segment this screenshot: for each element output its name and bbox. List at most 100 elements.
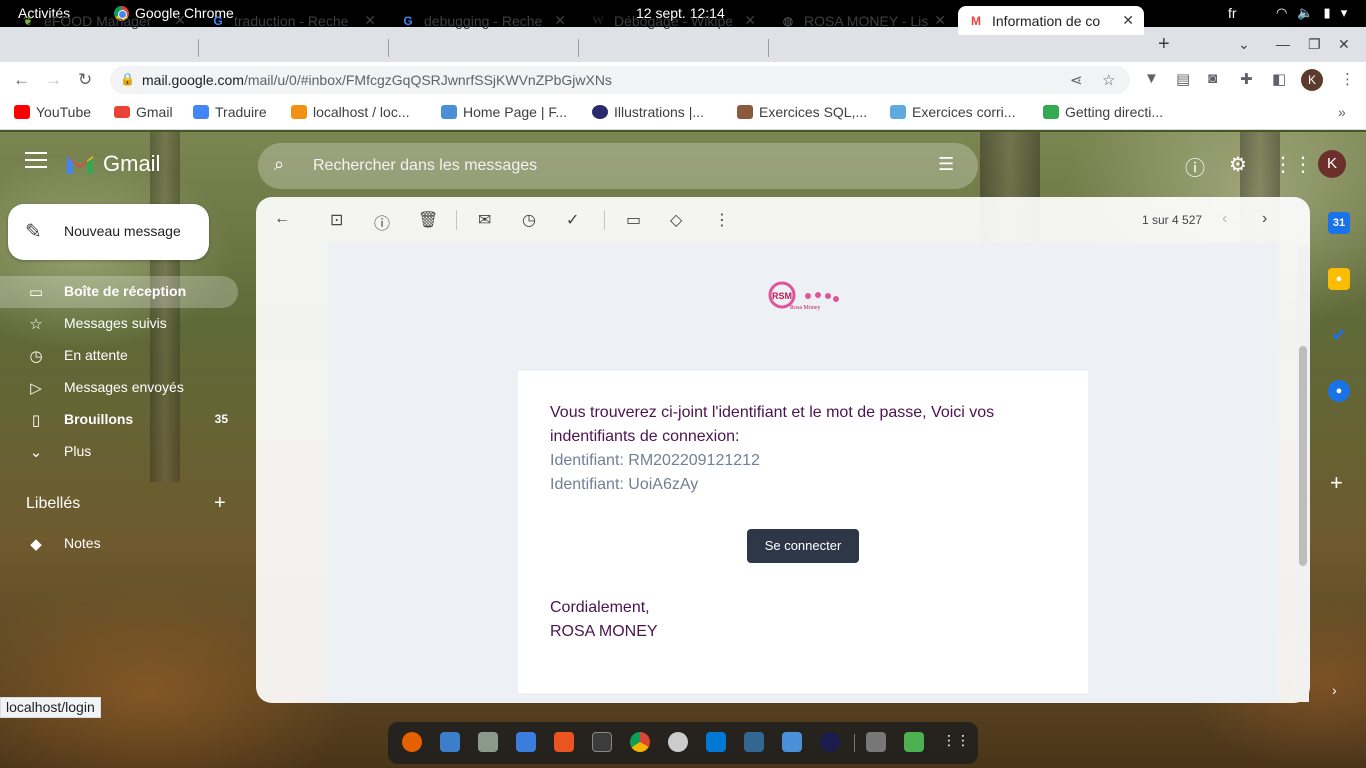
more-options-icon[interactable]: ⋮	[714, 210, 730, 230]
minimize-icon[interactable]: —	[1276, 36, 1290, 52]
older-icon[interactable]: ›	[1262, 210, 1267, 228]
files-icon[interactable]	[478, 732, 498, 752]
move-to-icon[interactable]: ▭	[626, 210, 641, 230]
account-avatar[interactable]: K	[1318, 150, 1346, 178]
close-icon[interactable]: ✕	[554, 12, 566, 29]
side-panel-icon[interactable]: ◧	[1272, 70, 1286, 88]
chrome-menu-icon[interactable]: ⋮	[1340, 70, 1355, 88]
bookmark-exercices-sql[interactable]: Exercices SQL,...	[737, 104, 867, 120]
keyboard-layout[interactable]: fr	[1228, 5, 1237, 21]
forward-icon[interactable]: →	[45, 70, 62, 90]
close-icon[interactable]: ✕	[364, 12, 376, 29]
back-icon[interactable]: ←	[13, 70, 30, 90]
address-bar[interactable]: 🔒 mail.google.com/mail/u/0/#inbox/FMfcgz…	[110, 66, 1130, 94]
hide-side-panel-icon[interactable]: ›	[1332, 682, 1337, 698]
lock-icon[interactable]: 🔒	[120, 72, 135, 86]
nav-more[interactable]: ⌄ Plus	[0, 436, 238, 468]
help-icon[interactable]: ⓘ	[1185, 152, 1205, 181]
extension-robot-icon[interactable]: ◙	[1208, 70, 1217, 87]
drive-icon[interactable]	[866, 732, 886, 752]
eclipse-icon[interactable]	[820, 732, 840, 752]
postgres-icon[interactable]	[744, 732, 764, 752]
get-addons-icon[interactable]: +	[1330, 470, 1343, 496]
system-status-area[interactable]: ◠ 🔈 ▮ ▾	[1276, 5, 1347, 21]
se-connecter-button[interactable]: Se connecter	[747, 529, 859, 563]
add-task-icon[interactable]: ✓	[566, 210, 579, 230]
snooze-icon[interactable]: ◷	[522, 210, 536, 230]
reload-icon[interactable]: ↻	[78, 70, 92, 90]
label-notes[interactable]: ◆ Notes	[0, 528, 238, 560]
bookmark-home-page[interactable]: Home Page | F...	[441, 104, 567, 120]
search-input[interactable]	[313, 153, 913, 179]
bookmark-localhost[interactable]: localhost / loc...	[291, 104, 410, 120]
archive-icon[interactable]: ⊡	[330, 210, 343, 230]
new-tab-button[interactable]: +	[1158, 33, 1170, 56]
extensions-puzzle-icon[interactable]: ✚	[1240, 70, 1253, 88]
thunderbird-icon[interactable]	[440, 732, 460, 752]
extension-v-icon[interactable]: ▼	[1144, 70, 1159, 87]
search-icon[interactable]: ⌕	[274, 154, 284, 175]
text-editor-icon[interactable]	[516, 732, 536, 752]
add-label-icon[interactable]: +	[214, 492, 226, 515]
chrome-dock-icon[interactable]	[630, 732, 650, 752]
labels-icon[interactable]: ◇	[670, 210, 682, 230]
keep-icon[interactable]: ●	[1328, 268, 1350, 290]
bookmark-illustrations[interactable]: Illustrations |...	[592, 104, 704, 120]
terminal-icon[interactable]	[592, 732, 612, 752]
bookmark-traduire[interactable]: Traduire	[193, 104, 267, 120]
calendar-icon[interactable]: 31	[1328, 212, 1350, 234]
delete-icon[interactable]: 🗑	[418, 210, 438, 230]
share-icon[interactable]: ⋖	[1070, 71, 1083, 89]
tasks-icon[interactable]: ✔	[1328, 324, 1350, 346]
nav-sent[interactable]: ▷ Messages envoyés	[0, 372, 238, 404]
message-toolbar: ← ⊡ ⓘ 🗑 ✉ ◷ ✓ ▭ ◇ ⋮ 1 sur 4 527 ‹ ›	[256, 197, 1310, 243]
close-icon[interactable]: ✕	[174, 12, 186, 29]
close-icon[interactable]: ✕	[1122, 12, 1134, 29]
contacts-icon[interactable]: ●	[1328, 380, 1350, 402]
nav-starred[interactable]: ☆ Messages suivis	[0, 308, 238, 340]
trash-icon[interactable]	[904, 732, 924, 752]
mark-unread-icon[interactable]: ✉	[478, 210, 491, 230]
show-apps-icon[interactable]: ⋮⋮	[942, 732, 970, 752]
bookmark-star-icon[interactable]: ☆	[1102, 71, 1115, 89]
nav-inbox[interactable]: ▭ Boîte de réception	[0, 276, 238, 308]
tab-efood[interactable]: ❦ eFOOD Manager ✕	[10, 6, 196, 35]
newer-icon[interactable]: ‹	[1222, 210, 1227, 228]
bookmark-getting-directions[interactable]: Getting directi...	[1043, 104, 1163, 120]
bookmarks-overflow-icon[interactable]: »	[1338, 104, 1346, 120]
maximize-icon[interactable]: ❐	[1308, 36, 1321, 53]
search-options-icon[interactable]: ☰	[938, 154, 954, 175]
nav-drafts[interactable]: ▯ Brouillons 35	[0, 404, 238, 436]
tab-traduction[interactable]: G traduction - Reche ✕	[200, 6, 386, 35]
apps-grid-icon[interactable]: ⋮⋮	[1273, 152, 1313, 177]
tab-rosa-money[interactable]: ◍ ROSA MONEY - Lis ✕	[770, 6, 956, 35]
bookmark-youtube[interactable]: YouTube	[14, 104, 91, 120]
notes-app-icon[interactable]	[782, 732, 802, 752]
tab-information-connexion[interactable]: M Information de co ✕	[958, 6, 1144, 35]
settings-gear-icon[interactable]: ⚙	[1229, 152, 1247, 177]
chrome-profile-avatar[interactable]: K	[1301, 69, 1323, 91]
send-icon: ▷	[30, 380, 42, 397]
tab-title: debugging - Reche	[424, 12, 543, 29]
firefox-icon[interactable]	[402, 732, 422, 752]
close-window-icon[interactable]: ✕	[1338, 36, 1350, 53]
main-menu-icon[interactable]	[25, 152, 47, 173]
bookmark-gmail[interactable]: Gmail	[114, 104, 173, 120]
tab-debugging[interactable]: G debugging - Reche ✕	[390, 6, 576, 35]
software-center-icon[interactable]	[554, 732, 574, 752]
close-icon[interactable]: ✕	[744, 12, 756, 29]
url-text[interactable]: mail.google.com/mail/u/0/#inbox/FMfcgzGq…	[142, 72, 612, 88]
close-icon[interactable]: ✕	[934, 12, 946, 29]
report-spam-icon[interactable]: ⓘ	[374, 210, 390, 234]
extension-pdf-icon[interactable]: ▤	[1176, 70, 1190, 88]
tab-search-icon[interactable]: ⌄	[1238, 36, 1250, 53]
gmail-logo[interactable]: Gmail	[65, 151, 160, 177]
compose-button[interactable]: ✎ Nouveau message	[8, 204, 209, 260]
message-scrollbar[interactable]	[1297, 246, 1309, 702]
disc-icon[interactable]	[668, 732, 688, 752]
bookmark-exercices-corriges[interactable]: Exercices corri...	[890, 104, 1015, 120]
nav-snoozed[interactable]: ◷ En attente	[0, 340, 238, 372]
vscode-icon[interactable]	[706, 732, 726, 752]
tab-debogage[interactable]: W Débogage - Wikipe ✕	[580, 6, 766, 35]
back-to-inbox-icon[interactable]: ←	[274, 210, 290, 228]
